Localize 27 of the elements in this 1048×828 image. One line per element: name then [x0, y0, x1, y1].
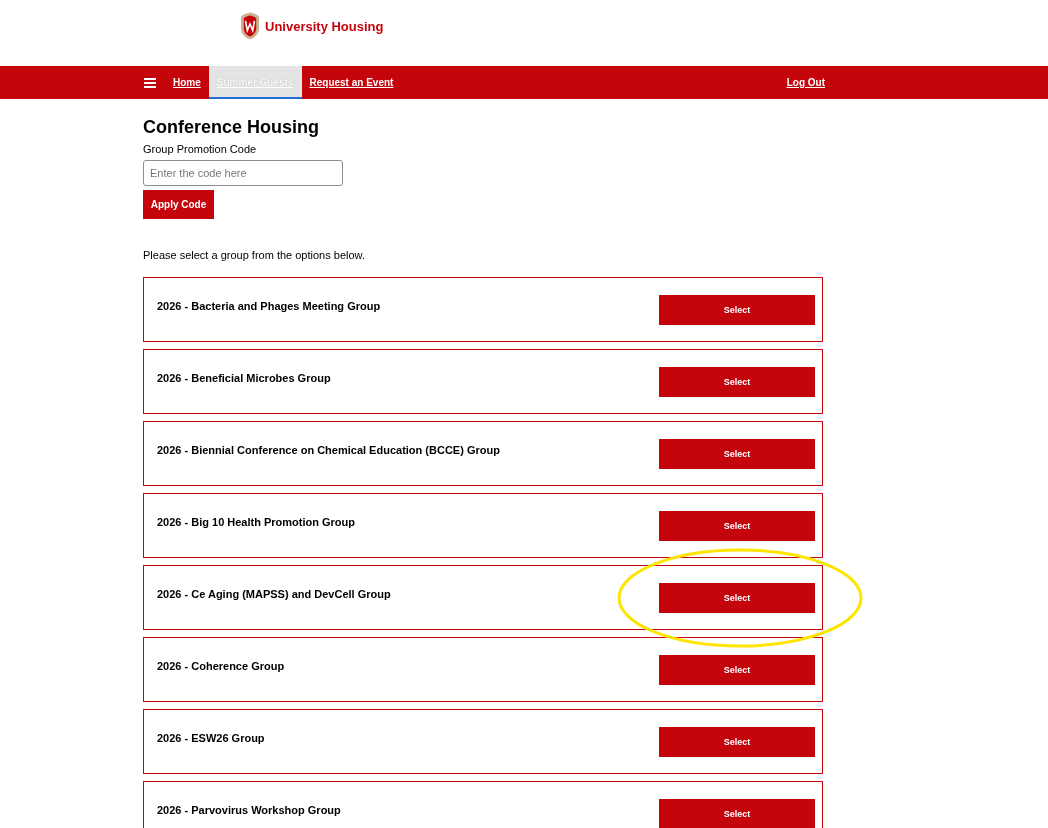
nav-tab[interactable]: Request an Event: [301, 66, 402, 99]
select-button[interactable]: Select: [659, 295, 815, 325]
promo-code-field[interactable]: Enter the code here: [143, 160, 343, 186]
select-button[interactable]: Select: [659, 583, 815, 613]
logo-text[interactable]: University Housing: [265, 18, 384, 34]
group-name: 2026 - Beneficial Microbes Group: [156, 371, 331, 385]
group-name: 2026 - Coherence Group: [156, 659, 285, 673]
instruction-text: Please select a group from the options below.: [143, 248, 365, 262]
select-button[interactable]: Select: [659, 799, 815, 828]
select-button[interactable]: Select: [659, 727, 815, 757]
select-button[interactable]: Select: [659, 439, 815, 469]
select-button[interactable]: Select: [659, 367, 815, 397]
page-title: Conference Housing: [143, 116, 320, 138]
field-label: Group Promotion Code: [143, 142, 257, 156]
nav-tab[interactable]: Home: [165, 66, 209, 99]
group-name: 2026 - Parvovirus Workshop Group: [156, 803, 341, 817]
group-name: 2026 - Biennial Conference on Chemical Education (BCCE) Group: [156, 443, 500, 457]
select-button[interactable]: Select: [659, 655, 815, 685]
group-name: 2026 - Ce Aging (MAPSS) and DevCell Group: [156, 587, 391, 601]
select-button[interactable]: Select: [659, 511, 815, 541]
crest-icon: [240, 12, 260, 40]
group-name: 2026 - Bacteria and Phages Meeting Group: [156, 299, 381, 313]
group-name: 2026 - ESW26 Group: [156, 731, 265, 745]
apply-code-button[interactable]: Apply Code: [143, 190, 214, 219]
group-name: 2026 - Big 10 Health Promotion Group: [156, 515, 356, 529]
log-out-link[interactable]: Log Out: [778, 66, 825, 99]
menu-icon[interactable]: [144, 77, 156, 88]
